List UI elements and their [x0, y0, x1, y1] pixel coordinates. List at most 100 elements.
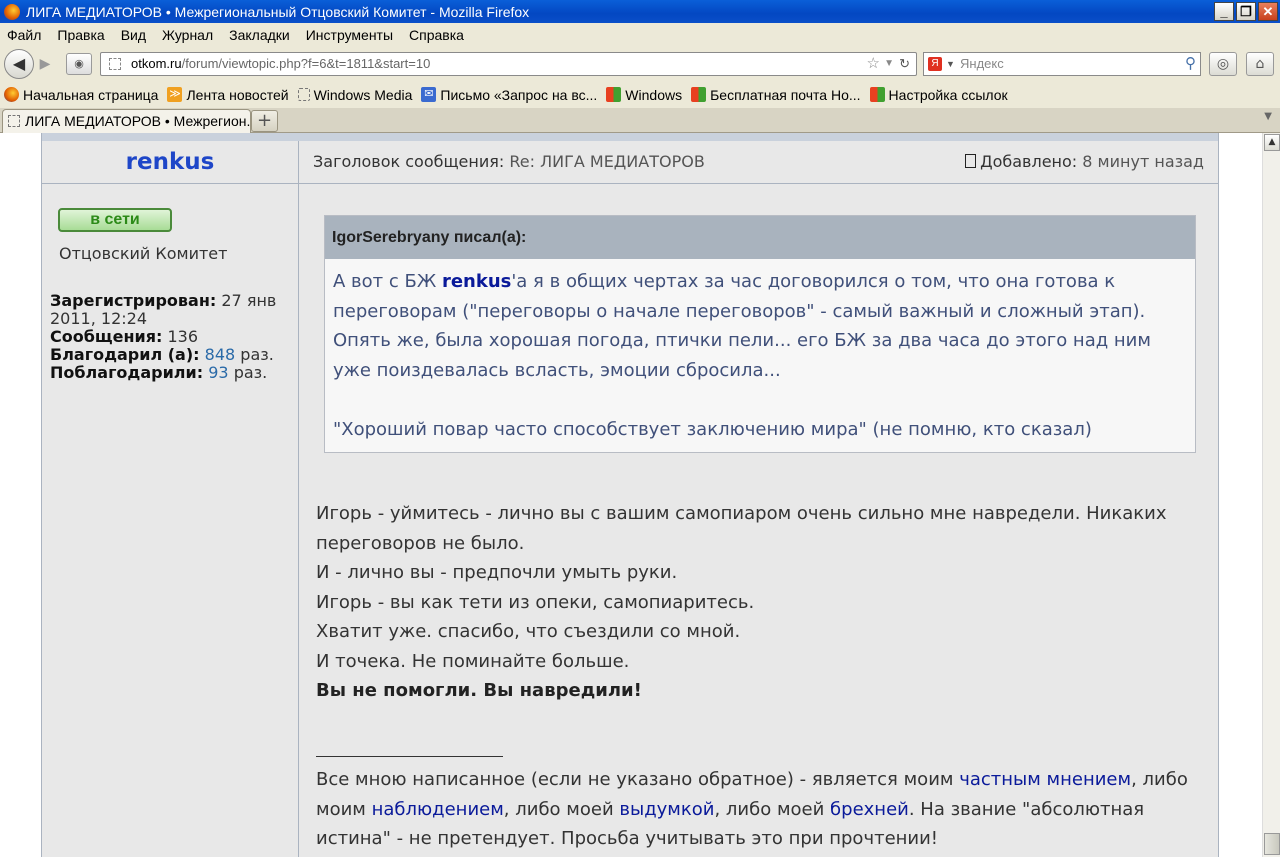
minimize-button[interactable]: _	[1214, 2, 1234, 21]
quote-body: А вот с БЖ renkus'а я в общих чертах за …	[325, 259, 1195, 444]
bookmark-link-settings[interactable]: Настройка ссылок	[869, 86, 1008, 103]
thanked-by-label: Поблагодарили:	[50, 363, 204, 382]
bookmark-label: Начальная страница	[23, 86, 159, 103]
menu-edit[interactable]: Правка	[57, 27, 104, 43]
search-input[interactable]: Я ▼ Яндекс ⚲	[923, 52, 1201, 76]
bookmark-label: Windows	[625, 86, 683, 103]
menu-bookmarks[interactable]: Закладки	[229, 27, 290, 43]
search-icon[interactable]: ⚲	[1185, 53, 1196, 75]
bookmark-label: Бесплатная почта Но...	[710, 86, 861, 103]
scrollbar-thumb[interactable]	[1264, 833, 1280, 855]
thanked-by-unit: раз.	[233, 363, 268, 382]
forward-button[interactable]: ▶	[34, 54, 56, 74]
post-subject: Заголовок сообщения: Re: ЛИГА МЕДИАТОРОВ	[313, 141, 705, 183]
url-dropdown-icon[interactable]: ▼	[884, 53, 894, 75]
menu-help[interactable]: Справка	[409, 27, 464, 43]
back-button[interactable]: ◀	[4, 49, 34, 79]
quote-username: renkus	[441, 271, 512, 292]
search-placeholder: Яндекс	[960, 56, 1004, 71]
vertical-scrollbar[interactable]: ▲	[1262, 133, 1280, 857]
bookmarks-bar: Начальная страница ≫ Лента новостей Wind…	[0, 81, 1280, 108]
bookmark-label: Windows Media	[313, 86, 413, 103]
bookmark-label: Настройка ссылок	[888, 86, 1008, 103]
page-icon	[8, 115, 20, 127]
signature-link-invention[interactable]: выдумкой	[619, 799, 714, 820]
signature-text: Все мною написанное (если не указано обр…	[316, 769, 960, 790]
globe-icon[interactable]: ◎	[1209, 52, 1237, 76]
bookmark-windows[interactable]: Windows	[606, 87, 682, 103]
bookmark-windows-media[interactable]: Windows Media	[297, 86, 413, 103]
posts-label: Сообщения:	[50, 327, 163, 346]
windows-icon	[869, 87, 885, 102]
signature-text: , либо моей	[503, 798, 620, 820]
posts-value: 136	[167, 327, 199, 346]
windows-icon	[606, 87, 622, 102]
menu-view[interactable]: Вид	[121, 27, 146, 43]
firefox-icon	[4, 3, 20, 20]
mail-icon: ✉	[421, 87, 437, 102]
post-top-strip	[42, 133, 1218, 141]
page-content: renkus Заголовок сообщения: Re: ЛИГА МЕД…	[0, 133, 1262, 857]
tab-active[interactable]: ЛИГА МЕДИАТОРОВ • Межрегион...	[2, 109, 251, 133]
subject-value: Re: ЛИГА МЕДИАТОРОВ	[509, 152, 705, 171]
message-line: Игорь - вы как тети из опеки, самопиарит…	[316, 591, 755, 613]
author-rank: Отцовский Комитет	[59, 244, 228, 263]
page-icon	[109, 58, 121, 70]
subject-label: Заголовок сообщения:	[313, 152, 505, 171]
signature: Все мною написанное (если не указано обр…	[316, 765, 1216, 854]
signature-divider	[316, 756, 503, 757]
quote-block: IgorSerebryany писал(а): А вот с БЖ renk…	[324, 215, 1196, 453]
search-engine-dropdown-icon[interactable]: ▼	[946, 53, 955, 75]
navigation-bar: ◀ ▶ ◉ otkom.ru/forum/viewtopic.php?f=6&t…	[0, 47, 1280, 81]
online-badge: в сети	[58, 208, 172, 232]
post-header: renkus Заголовок сообщения: Re: ЛИГА МЕД…	[42, 141, 1218, 184]
menu-history[interactable]: Журнал	[162, 27, 213, 43]
window-titlebar: ЛИГА МЕДИАТОРОВ • Межрегиональный Отцовс…	[0, 0, 1280, 23]
thanked-count-link[interactable]: 848	[205, 345, 236, 364]
url-path: /forum/viewtopic.php?f=6&t=1811&start=10	[181, 56, 431, 71]
bookmark-home-page[interactable]: Начальная страница	[4, 87, 158, 103]
window-title: ЛИГА МЕДИАТОРОВ • Межрегиональный Отцовс…	[26, 3, 530, 20]
signature-link-opinion[interactable]: частным мнением	[959, 769, 1131, 790]
bookmark-news-feed[interactable]: ≫ Лента новостей	[167, 86, 289, 103]
home-icon[interactable]: ⌂	[1246, 52, 1274, 76]
bookmark-free-mail[interactable]: Бесплатная почта Но...	[691, 86, 861, 103]
registered-label: Зарегистрирован:	[50, 291, 217, 310]
message-line: И точека. Не поминайте больше.	[316, 650, 630, 672]
forum-post: renkus Заголовок сообщения: Re: ЛИГА МЕД…	[41, 133, 1219, 857]
message-line: Игорь - уймитесь - лично вы с вашим само…	[316, 503, 1167, 554]
tab-list-icon[interactable]: ▼	[1264, 111, 1272, 122]
thanked-unit: раз.	[240, 345, 274, 364]
menu-tools[interactable]: Инструменты	[306, 27, 393, 43]
firefox-icon	[4, 87, 19, 102]
document-icon	[965, 154, 977, 168]
message-body: Игорь - уймитесь - лично вы с вашим само…	[316, 499, 1216, 706]
scroll-up-arrow-icon[interactable]: ▲	[1264, 134, 1280, 151]
bookmark-label: Лента новостей	[186, 86, 289, 103]
thanked-by-count-link[interactable]: 93	[208, 363, 228, 382]
bookmark-star-icon[interactable]: ☆	[867, 53, 880, 75]
quote-last-line: "Хороший повар часто способствует заключ…	[333, 418, 1092, 440]
tab-label: ЛИГА МЕДИАТОРОВ • Межрегион...	[25, 113, 251, 129]
added-value: 8 минут назад	[1082, 152, 1204, 171]
url-bar[interactable]: otkom.ru/forum/viewtopic.php?f=6&t=1811&…	[100, 52, 917, 76]
reload-icon[interactable]: ↻	[899, 53, 910, 75]
close-button[interactable]: ✕	[1258, 2, 1278, 21]
signature-link-lie[interactable]: брехней	[830, 799, 909, 820]
signature-text: , либо моей	[714, 798, 831, 820]
bookmark-mail[interactable]: ✉ Письмо «Запрос на вс...	[421, 87, 597, 103]
site-identity-icon[interactable]: ◉	[66, 53, 92, 75]
yandex-icon[interactable]: Я	[928, 57, 942, 71]
bookmark-label: Письмо «Запрос на вс...	[440, 86, 598, 103]
menu-bar: Файл Правка Вид Журнал Закладки Инструме…	[0, 23, 1280, 47]
post-date: Добавлено: 8 минут назад	[965, 141, 1204, 183]
signature-link-observation[interactable]: наблюдением	[372, 799, 504, 820]
new-tab-button[interactable]: +	[251, 110, 278, 132]
menu-file[interactable]: Файл	[7, 27, 41, 43]
rss-icon: ≫	[167, 87, 183, 102]
message-line: Хватит уже. спасибо, что съездили со мно…	[316, 621, 741, 642]
windows-icon	[691, 87, 707, 102]
maximize-button[interactable]: ❐	[1236, 2, 1256, 21]
author-stats: Зарегистрирован: 27 янв 2011, 12:24 Сооб…	[50, 292, 295, 382]
post-author[interactable]: renkus	[42, 141, 299, 184]
